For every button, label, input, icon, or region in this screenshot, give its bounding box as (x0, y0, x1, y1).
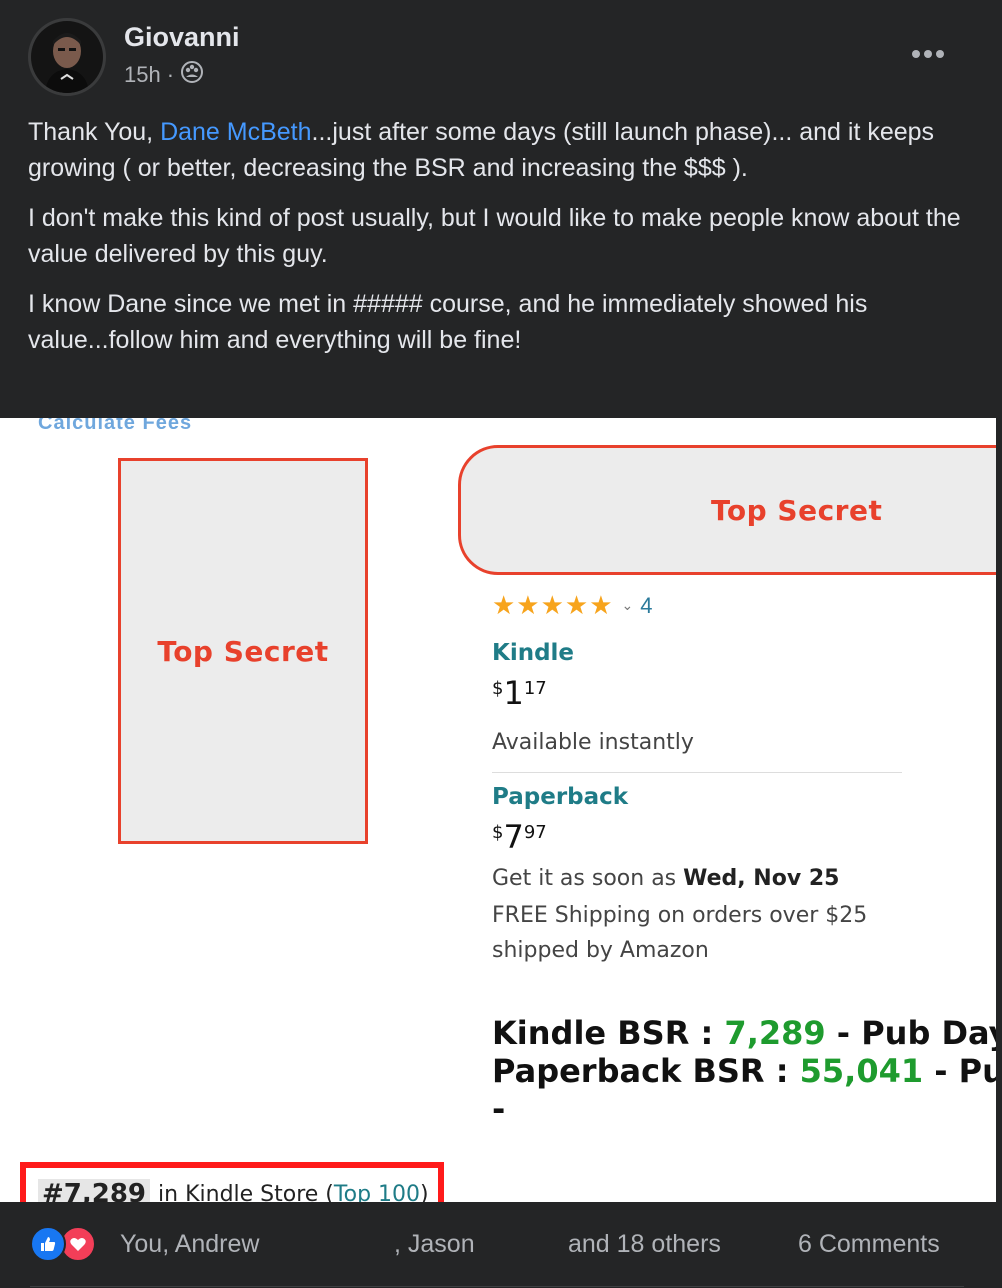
bsr-label: Kindle BSR : (492, 1014, 725, 1052)
top-100-link[interactable]: Top 100 (334, 1182, 420, 1203)
delivery-text: Get it as soon as Wed, Nov 25 (492, 866, 839, 891)
book-cover-redacted: Top Secret (118, 458, 368, 844)
kindle-price: $117 (492, 674, 547, 712)
currency: $ (492, 678, 504, 699)
footer-divider (30, 1286, 964, 1287)
bsr-dash: - (492, 1090, 506, 1128)
kindle-bsr-line: Kindle BSR : 7,289 - Pub Days : (492, 1014, 996, 1052)
rank-store-text: in Kindle Store ( (158, 1181, 334, 1203)
chevron-down-icon: ⌄ (621, 597, 635, 613)
price-fraction: 97 (523, 822, 547, 843)
post-footer: You, Andrew , Jason and 18 others 6 Comm… (0, 1202, 1002, 1288)
text-span: Thank You, (28, 118, 161, 146)
currency: $ (492, 822, 504, 843)
rank-close: ) (420, 1181, 429, 1203)
post-paragraph: I know Dane since we met in ##### course… (28, 290, 868, 354)
delivery-date: Wed, Nov 25 (683, 866, 840, 891)
comments-count[interactable]: 6 Comments (798, 1230, 940, 1259)
star-rating: ★★★★★ ⌄ 4 (492, 590, 654, 621)
bsr-suffix: - Pub Days (934, 1052, 996, 1090)
group-icon (180, 60, 204, 90)
post-header: Giovanni 15h · (0, 0, 1002, 110)
reaction-others[interactable]: and 18 others (568, 1230, 721, 1259)
bsr-label: Paperback BSR : (492, 1052, 800, 1090)
more-options-icon[interactable] (908, 36, 950, 72)
kindle-rank-highlight: #7,289 in Kindle Store (Top 100) (20, 1162, 444, 1202)
bsr-value: 55,041 (799, 1052, 924, 1090)
post-paragraph: I don't make this kind of post usually, … (28, 204, 961, 268)
price-whole: 7 (503, 818, 524, 856)
like-icon (30, 1226, 66, 1262)
reaction-names[interactable]: You, Andrew (120, 1230, 259, 1259)
title-redacted-box: Top Secret (458, 445, 996, 575)
title-secret-label: Top Secret (711, 493, 883, 527)
post-meta: 15h · (124, 60, 204, 90)
post-time[interactable]: 15h (124, 62, 161, 88)
paperback-price: $797 (492, 818, 547, 856)
bsr-suffix: - Pub Days : (836, 1014, 996, 1052)
stars-icon: ★★★★★ (492, 590, 614, 620)
attached-screenshot[interactable]: Calculate Fees Top Secret Top Secret ★★★… (0, 418, 996, 1202)
kindle-format-label: Kindle (492, 640, 575, 666)
cover-secret-label: Top Secret (157, 634, 329, 668)
reaction-icons[interactable] (30, 1226, 106, 1262)
post-body: Thank You, Dane McBeth...just after some… (28, 114, 978, 372)
paperback-format-label: Paperback (492, 784, 629, 810)
post-paragraph: Thank You, Dane McBeth...just after some… (28, 114, 978, 186)
bsr-value: 7,289 (724, 1014, 826, 1052)
author-avatar[interactable] (28, 18, 106, 96)
rank-number: #7,289 (38, 1179, 151, 1202)
paperback-bsr-line: Paperback BSR : 55,041 - Pub Days (492, 1052, 996, 1090)
availability-text: Available instantly (492, 730, 694, 755)
mention-link[interactable]: Dane McBeth (160, 118, 311, 146)
shipped-by-text: shipped by Amazon (492, 938, 709, 963)
meta-separator: · (166, 62, 175, 87)
author-name[interactable]: Giovanni (124, 22, 240, 53)
rating-count: 4 (640, 592, 654, 618)
price-whole: 1 (503, 674, 524, 712)
divider (492, 772, 902, 773)
price-fraction: 17 (523, 678, 547, 699)
shipping-text: FREE Shipping on orders over $25 (492, 903, 868, 928)
delivery-prefix: Get it as soon as (492, 866, 684, 891)
reaction-names-2[interactable]: , Jason (394, 1230, 475, 1259)
cutoff-link-text: Calculate Fees (38, 418, 193, 434)
